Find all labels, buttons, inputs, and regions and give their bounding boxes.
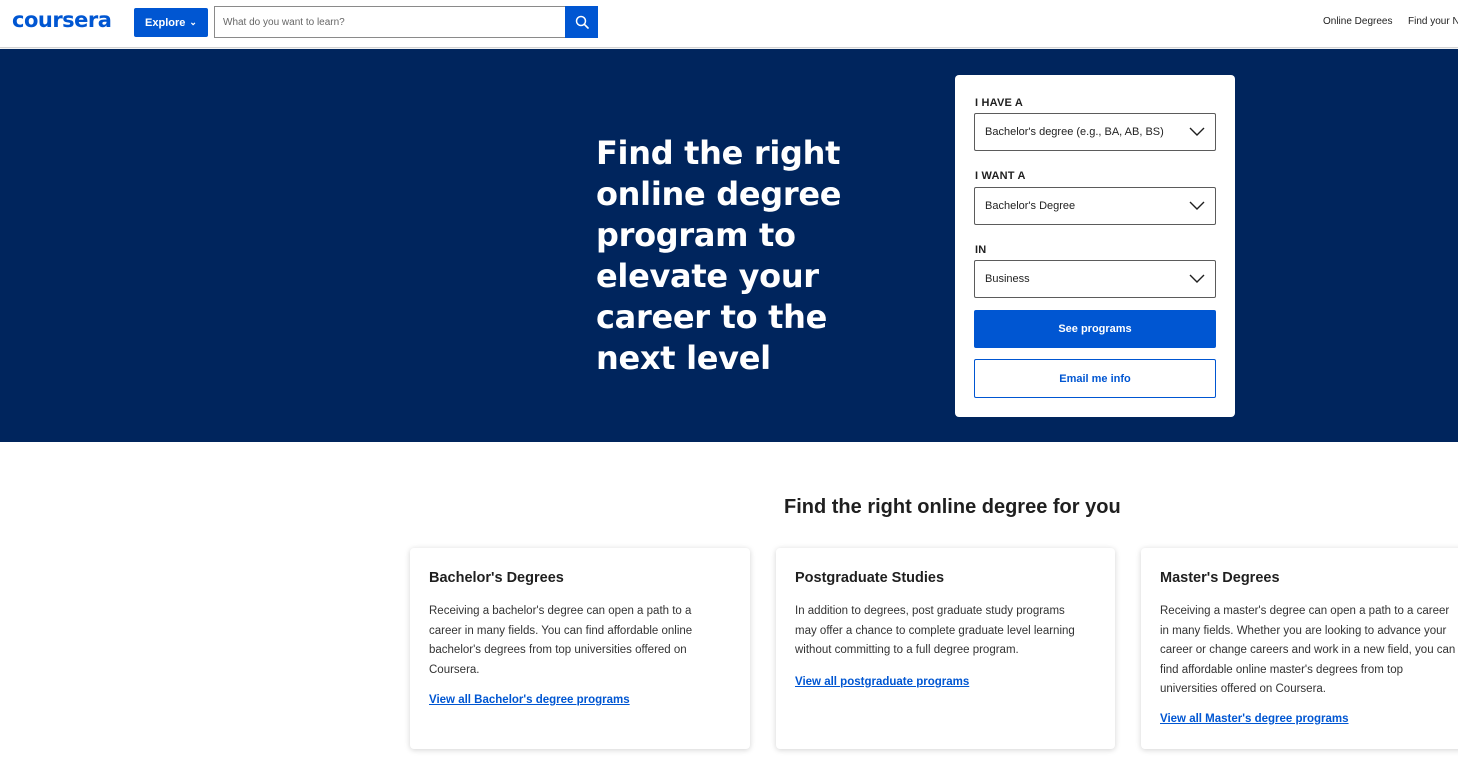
degree-card-bachelors: Bachelor's Degrees Receiving a bachelor'… — [410, 548, 750, 749]
degree-finder-form: I HAVE A Bachelor's degree (e.g., BA, AB… — [955, 75, 1235, 417]
email-me-info-button[interactable]: Email me info — [974, 359, 1216, 398]
chevron-down-icon — [1189, 274, 1205, 283]
see-programs-button[interactable]: See programs — [974, 310, 1216, 348]
view-all-bachelors-link[interactable]: View all Bachelor's degree programs — [429, 694, 630, 706]
chevron-down-icon — [1189, 127, 1205, 136]
degree-card-masters: Master's Degrees Receiving a master's de… — [1141, 548, 1458, 749]
card-title: Postgraduate Studies — [795, 570, 945, 586]
degree-card-postgraduate: Postgraduate Studies In addition to degr… — [776, 548, 1115, 749]
want-select-value: Bachelor's Degree — [985, 200, 1076, 212]
hero-title: Find the right online degree program to … — [596, 134, 842, 377]
have-label: I HAVE A — [975, 97, 1024, 109]
want-select[interactable]: Bachelor's Degree — [974, 187, 1216, 225]
in-select-value: Business — [985, 273, 1030, 285]
want-label: I WANT A — [975, 170, 1026, 182]
nav-find-your-link[interactable]: Find your N — [1408, 16, 1458, 27]
in-select[interactable]: Business — [974, 260, 1216, 298]
coursera-logo[interactable]: coursera — [12, 8, 112, 32]
card-title: Master's Degrees — [1160, 570, 1280, 586]
card-title: Bachelor's Degrees — [429, 570, 564, 586]
explore-button[interactable]: Explore ⌄ — [134, 8, 208, 37]
search-bar — [214, 6, 598, 38]
nav-online-degrees-link[interactable]: Online Degrees — [1323, 16, 1392, 27]
hero-banner: Find the right online degree program to … — [0, 49, 1458, 442]
view-all-masters-link[interactable]: View all Master's degree programs — [1160, 713, 1349, 725]
card-description: In addition to degrees, post graduate st… — [795, 605, 1075, 656]
view-all-postgraduate-link[interactable]: View all postgraduate programs — [795, 676, 969, 688]
in-label: IN — [975, 244, 987, 256]
section-title: Find the right online degree for you — [784, 496, 1121, 518]
card-description: Receiving a master's degree can open a p… — [1160, 605, 1456, 695]
have-select[interactable]: Bachelor's degree (e.g., BA, AB, BS) — [974, 113, 1216, 151]
chevron-down-icon — [1189, 201, 1205, 210]
search-icon — [575, 15, 589, 29]
chevron-down-icon: ⌄ — [189, 17, 197, 27]
have-select-value: Bachelor's degree (e.g., BA, AB, BS) — [985, 126, 1164, 138]
card-description: Receiving a bachelor's degree can open a… — [429, 605, 693, 676]
explore-label: Explore — [145, 16, 186, 29]
top-header: coursera Explore ⌄ Online Degrees Find y… — [0, 0, 1458, 48]
search-button[interactable] — [565, 6, 598, 38]
search-input[interactable] — [214, 6, 565, 38]
